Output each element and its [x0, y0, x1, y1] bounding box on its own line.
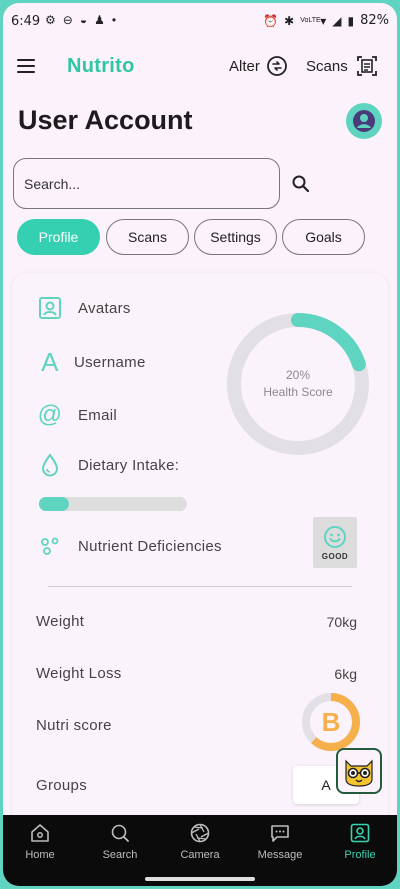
- signal-icon: ◢: [332, 13, 342, 28]
- profile-item-label: Email: [78, 406, 118, 424]
- gesture-bar: [145, 877, 255, 881]
- weight-loss-value: 6kg: [334, 666, 357, 682]
- search-icon: [111, 824, 129, 842]
- hamburger-menu-icon[interactable]: [17, 59, 35, 73]
- swap-circle-icon: [266, 56, 287, 76]
- profile-item-dietary-intake[interactable]: Dietary Intake:: [36, 453, 179, 477]
- nav-camera[interactable]: Camera: [165, 823, 235, 861]
- groups-label: Groups: [36, 777, 87, 794]
- profile-item-label: Avatars: [78, 299, 131, 317]
- divider: [48, 586, 352, 587]
- cat-mascot-icon: [345, 759, 373, 787]
- profile-item-avatars[interactable]: Avatars: [36, 296, 131, 320]
- health-score-percent: 20%: [285, 368, 311, 382]
- search-icon[interactable]: [291, 174, 311, 194]
- user-icon: [353, 110, 375, 132]
- alarm-icon: ⏰: [263, 13, 279, 28]
- camera-aperture-icon: [190, 823, 210, 843]
- status-time: 6:49: [11, 14, 41, 29]
- settings-gear-icon: ⚙: [45, 13, 56, 27]
- globe-icon: ⊖: [62, 13, 73, 27]
- tab-goals[interactable]: Goals: [282, 219, 365, 255]
- bottom-navigation: Home Search Camera Message Profile: [3, 815, 397, 886]
- bluetooth-icon: ✱: [284, 13, 295, 28]
- nav-label: Camera: [180, 849, 220, 861]
- avatar[interactable]: [346, 103, 382, 139]
- wifi-icon: ▾: [320, 13, 327, 28]
- weight-label: Weight: [36, 613, 85, 630]
- document-scan-icon: [356, 56, 377, 76]
- search-field[interactable]: [13, 158, 280, 209]
- status-system-icons: ⏰ ✱ VoLTE ▾ ◢ ▮ 82%: [263, 13, 389, 28]
- alter-button[interactable]: Alter: [229, 55, 288, 77]
- nav-label: Search: [102, 849, 138, 861]
- bubbles-icon: [36, 534, 64, 558]
- tab-settings[interactable]: Settings: [194, 219, 277, 255]
- figure-icon: ♟: [94, 13, 105, 27]
- letter-a-icon: A: [41, 347, 59, 377]
- tab-profile[interactable]: Profile: [17, 219, 100, 255]
- tab-scans[interactable]: Scans: [106, 219, 189, 255]
- message-icon: [271, 825, 289, 842]
- dot-icon: •: [111, 13, 117, 27]
- home-icon: [31, 824, 49, 842]
- mood-badge: GOOD: [313, 517, 357, 568]
- nav-search[interactable]: Search: [85, 823, 155, 861]
- phone-screen: 6:49 ⚙ ⊖ ◒ ♟ • ⏰ ✱ VoLTE ▾ ◢ ▮ 82% Nutri…: [3, 3, 397, 886]
- nutri-score-value: B: [322, 707, 341, 737]
- dietary-intake-progress: [39, 497, 187, 511]
- status-notification-icons: ⚙ ⊖ ◒ ♟ •: [45, 13, 116, 27]
- mood-badge-label: GOOD: [321, 551, 349, 561]
- nutri-score-label: Nutri score: [36, 717, 112, 734]
- nav-profile[interactable]: Profile: [325, 823, 395, 861]
- volte-icon: VoLTE: [300, 17, 321, 24]
- app-title: Nutrito: [67, 55, 135, 77]
- alter-label: Alter: [229, 57, 260, 75]
- weight-loss-label: Weight Loss: [36, 665, 122, 682]
- profile-icon: [350, 823, 370, 843]
- scans-label: Scans: [306, 57, 348, 75]
- health-score-text: 20% Health Score: [225, 367, 371, 401]
- nav-label: Message: [257, 849, 303, 861]
- weight-value: 70kg: [326, 614, 357, 630]
- profile-item-email[interactable]: @ Email: [36, 401, 117, 429]
- page-title: User Account: [18, 105, 193, 135]
- nav-home[interactable]: Home: [5, 823, 75, 861]
- app-bar: Nutrito Alter Scans: [3, 47, 397, 91]
- at-sign-icon: @: [37, 401, 63, 428]
- nav-label: Profile: [344, 849, 376, 861]
- mascot-assistant-button[interactable]: [336, 748, 382, 794]
- dietary-intake-progress-fill: [39, 497, 69, 511]
- nutri-score-ring: B: [302, 693, 360, 751]
- profile-item-label: Nutrient Deficiencies: [78, 537, 222, 555]
- scans-button[interactable]: Scans: [306, 55, 378, 77]
- profile-item-username[interactable]: A Username: [36, 347, 146, 378]
- battery-icon: ▮: [347, 13, 355, 28]
- profile-item-label: Dietary Intake:: [78, 456, 180, 474]
- nav-message[interactable]: Message: [245, 823, 315, 861]
- nav-label: Home: [25, 849, 55, 861]
- bowl-icon: ◒: [79, 13, 88, 27]
- status-bar: 6:49 ⚙ ⊖ ◒ ♟ • ⏰ ✱ VoLTE ▾ ◢ ▮ 82%: [3, 3, 397, 39]
- avatar-frame-icon: [36, 296, 64, 320]
- smiley-icon: [324, 525, 346, 548]
- profile-item-nutrient-deficiencies[interactable]: Nutrient Deficiencies: [36, 534, 222, 558]
- search-input[interactable]: [24, 175, 269, 192]
- water-drop-icon: [36, 453, 64, 477]
- health-score-label: Health Score: [263, 385, 333, 399]
- battery-percent: 82%: [360, 13, 389, 28]
- groups-value: A: [321, 777, 331, 793]
- profile-item-label: Username: [74, 354, 146, 371]
